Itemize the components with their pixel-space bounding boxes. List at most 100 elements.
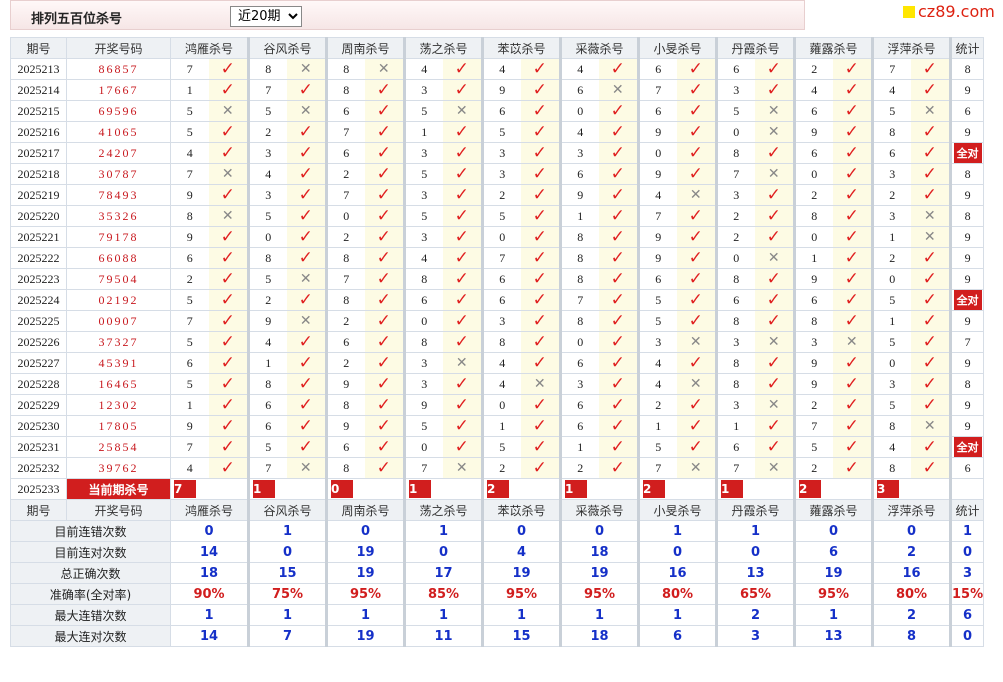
result-cell: ✕: [910, 415, 952, 437]
result-cell: ✓: [442, 436, 484, 458]
check-mark-icon: ✓: [766, 269, 781, 289]
result-cell: ✓: [598, 394, 640, 416]
table-row: 2025222 66088 6 ✓ 8 ✓ 8 ✓ 4 ✓ 7 ✓ 8 ✓ 9 ✓ 0 ✕ 1 ✓ 2 ✓ 9: [10, 247, 985, 269]
col-header-expert: 苯苡杀号: [482, 499, 562, 521]
check-mark-icon: ✓: [766, 80, 781, 100]
correct-count: 9: [964, 271, 971, 286]
result-cell: ✓: [754, 58, 796, 80]
stats-value: 18: [170, 562, 250, 584]
stats-value: 80%: [638, 583, 718, 605]
table-row: 2025226 37327 5 ✓ 4 ✓ 6 ✓ 8 ✓ 8 ✓ 0 ✓ 3 ✕ 3 ✕ 3 ✕ 5 ✓ 7: [10, 331, 985, 353]
stats-value: 14: [170, 541, 250, 563]
result-cell: ✓: [442, 184, 484, 206]
cross-mark-icon: ✕: [923, 208, 936, 224]
result-cell: ✓: [676, 352, 718, 374]
stats-value: 8: [872, 625, 952, 647]
check-mark-icon: ✓: [454, 437, 469, 457]
draw-number-cell: 78493: [66, 184, 171, 206]
draw-number-cell: 66088: [66, 247, 171, 269]
result-cell: ✓: [208, 331, 250, 353]
stats-value: 0: [560, 520, 640, 542]
check-mark-icon: ✓: [844, 164, 859, 184]
result-cell: ✓: [208, 121, 250, 143]
table-row: 2025221 79178 9 ✓ 0 ✓ 2 ✓ 3 ✓ 0 ✓ 8 ✓ 9 ✓ 2 ✓ 0 ✓ 1 ✕ 9: [10, 226, 985, 248]
check-mark-icon: ✓: [610, 395, 625, 415]
check-mark-icon: ✓: [220, 80, 235, 100]
current-kill-number: 1: [409, 480, 431, 498]
stats-value: 1: [638, 604, 718, 626]
result-cell: ✓: [208, 247, 250, 269]
result-cell: ✓: [364, 310, 406, 332]
result-cell: ✓: [364, 457, 406, 479]
result-cell: ✕: [910, 205, 952, 227]
stats-value: 13: [716, 562, 796, 584]
result-cell: ✓: [286, 247, 328, 269]
result-cell: ✓: [442, 205, 484, 227]
check-mark-icon: ✓: [688, 353, 703, 373]
result-cell: ✕: [520, 373, 562, 395]
result-cell: ✓: [676, 436, 718, 458]
cross-mark-icon: ✕: [689, 187, 702, 203]
kill-number-cell: 9: [326, 415, 365, 437]
kill-number-cell: 5: [170, 331, 209, 353]
kill-number-cell: 7: [794, 415, 833, 437]
kill-number-cell: 7: [716, 163, 755, 185]
correct-count: 8: [964, 208, 971, 223]
current-kill-number: 1: [253, 480, 275, 498]
kill-number-cell: 3: [482, 142, 521, 164]
check-mark-icon: ✓: [922, 374, 937, 394]
cross-mark-icon: ✕: [455, 460, 468, 476]
correct-count: 9: [964, 397, 971, 412]
result-cell: ✓: [754, 415, 796, 437]
table-row: 2025218 30787 7 ✕ 4 ✓ 2 ✓ 5 ✓ 3 ✓ 6 ✓ 9 ✓ 7 ✕ 0 ✓ 3 ✓ 8: [10, 163, 985, 185]
kill-number-cell: 0: [482, 226, 521, 248]
result-cell: ✓: [520, 163, 562, 185]
kill-number-cell: 8: [794, 310, 833, 332]
check-mark-icon: ✓: [454, 59, 469, 79]
table-row: 2025227 45391 6 ✓ 1 ✓ 2 ✓ 3 ✕ 4 ✓ 6 ✓ 4 ✓ 8 ✓ 9 ✓ 0 ✓ 9: [10, 352, 985, 374]
draw-number-cell: 17805: [66, 415, 171, 437]
kill-number-cell: 4: [560, 58, 599, 80]
period-select[interactable]: 近20期: [230, 6, 302, 27]
draw-number-cell: 00907: [66, 310, 171, 332]
check-mark-icon: ✓: [610, 416, 625, 436]
correct-count: 9: [964, 82, 971, 97]
result-cell: ✓: [364, 373, 406, 395]
row-stat-cell: 6: [949, 100, 985, 122]
result-cell: ✕: [286, 58, 328, 80]
check-mark-icon: ✓: [610, 269, 625, 289]
draw-number-cell: 45391: [66, 352, 171, 374]
result-cell: ✓: [754, 436, 796, 458]
check-mark-icon: ✓: [376, 206, 391, 226]
kill-number-cell: 2: [248, 289, 287, 311]
kill-number-cell: 0: [872, 352, 911, 374]
check-mark-icon: ✓: [922, 353, 937, 373]
result-cell: ✓: [364, 100, 406, 122]
kill-number-cell: 9: [794, 268, 833, 290]
result-cell: ✕: [364, 58, 406, 80]
check-mark-icon: ✓: [610, 248, 625, 268]
kill-number-cell: 3: [404, 226, 443, 248]
kill-number-cell: 7: [248, 457, 287, 479]
header-row: 期号 开奖号码 鸿雁杀号 谷风杀号 周南杀号 荡之杀号 苯苡杀号 采薇杀号 小旻杀号 丹霞杀号 蕹露…: [10, 37, 985, 59]
check-mark-icon: ✓: [532, 80, 547, 100]
correct-count: 8: [964, 61, 971, 76]
result-cell: ✓: [598, 184, 640, 206]
check-mark-icon: ✓: [922, 458, 937, 478]
kill-number-cell: 6: [482, 100, 521, 122]
stats-value: 18: [560, 541, 640, 563]
check-mark-icon: ✓: [610, 143, 625, 163]
check-mark-icon: ✓: [220, 227, 235, 247]
kill-number-cell: 5: [170, 121, 209, 143]
check-mark-icon: ✓: [688, 248, 703, 268]
stats-value: 1: [638, 520, 718, 542]
cross-mark-icon: ✕: [221, 103, 234, 119]
site-logo[interactable]: cz89.com: [899, 1, 1003, 23]
check-mark-icon: ✓: [376, 374, 391, 394]
check-mark-icon: ✓: [220, 416, 235, 436]
check-mark-icon: ✓: [220, 395, 235, 415]
check-mark-icon: ✓: [298, 395, 313, 415]
kill-number-cell: 6: [716, 289, 755, 311]
stats-value: 19: [794, 562, 874, 584]
check-mark-icon: ✓: [532, 206, 547, 226]
